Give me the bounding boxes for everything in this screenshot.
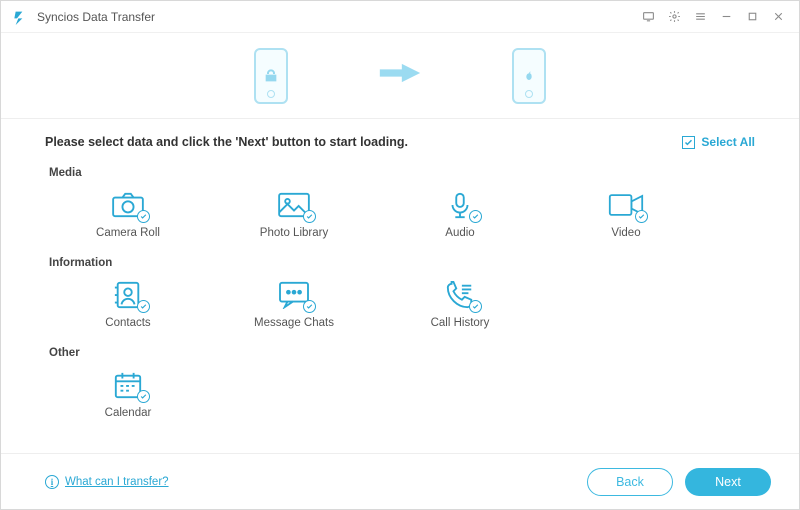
title-bar: Syncios Data Transfer <box>1 1 799 33</box>
app-logo-icon <box>13 9 29 25</box>
item-label: Call History <box>431 317 490 329</box>
check-badge-icon <box>635 210 648 223</box>
check-badge-icon <box>137 210 150 223</box>
info-icon: i <box>45 475 59 489</box>
item-contacts[interactable]: Contacts <box>45 279 211 329</box>
item-label: Calendar <box>105 407 152 419</box>
item-label: Photo Library <box>260 227 328 239</box>
item-call-history[interactable]: Call History <box>377 279 543 329</box>
section-title-media: Media <box>49 167 755 179</box>
item-label: Video <box>611 227 640 239</box>
next-button[interactable]: Next <box>685 468 771 496</box>
select-all-checkbox[interactable]: Select All <box>682 135 755 149</box>
device-connect-icon[interactable] <box>635 3 661 31</box>
help-link[interactable]: i What can I transfer? <box>45 475 169 489</box>
minimize-button[interactable] <box>713 3 739 31</box>
menu-icon[interactable] <box>687 3 713 31</box>
check-badge-icon <box>303 210 316 223</box>
footer-bar: i What can I transfer? Back Next <box>1 453 799 509</box>
instruction-text: Please select data and click the 'Next' … <box>45 135 682 149</box>
content-area: Please select data and click the 'Next' … <box>1 119 799 453</box>
check-badge-icon <box>469 210 482 223</box>
back-button[interactable]: Back <box>587 468 673 496</box>
check-badge-icon <box>137 300 150 313</box>
check-badge-icon <box>469 300 482 313</box>
settings-icon[interactable] <box>661 3 687 31</box>
source-device-icon <box>254 48 288 104</box>
media-items-row: Camera Roll Photo Library Audio <box>45 189 755 239</box>
item-label: Contacts <box>105 317 150 329</box>
item-label: Camera Roll <box>96 227 160 239</box>
close-button[interactable] <box>765 3 791 31</box>
section-title-information: Information <box>49 257 755 269</box>
item-video[interactable]: Video <box>543 189 709 239</box>
item-message-chats[interactable]: Message Chats <box>211 279 377 329</box>
select-all-label: Select All <box>701 135 755 149</box>
app-title: Syncios Data Transfer <box>37 10 155 24</box>
item-calendar[interactable]: Calendar <box>45 369 211 419</box>
check-icon <box>682 136 695 149</box>
item-camera-roll[interactable]: Camera Roll <box>45 189 211 239</box>
information-items-row: Contacts Message Chats Call History <box>45 279 755 329</box>
transfer-arrow-icon <box>378 58 422 93</box>
other-items-row: Calendar <box>45 369 755 419</box>
check-badge-icon <box>303 300 316 313</box>
item-label: Audio <box>445 227 474 239</box>
check-badge-icon <box>137 390 150 403</box>
section-title-other: Other <box>49 347 755 359</box>
item-photo-library[interactable]: Photo Library <box>211 189 377 239</box>
app-window: Syncios Data Transfer <box>0 0 800 510</box>
item-audio[interactable]: Audio <box>377 189 543 239</box>
device-transfer-bar <box>1 33 799 119</box>
target-device-icon <box>512 48 546 104</box>
help-link-text: What can I transfer? <box>65 476 169 488</box>
item-label: Message Chats <box>254 317 334 329</box>
maximize-button[interactable] <box>739 3 765 31</box>
